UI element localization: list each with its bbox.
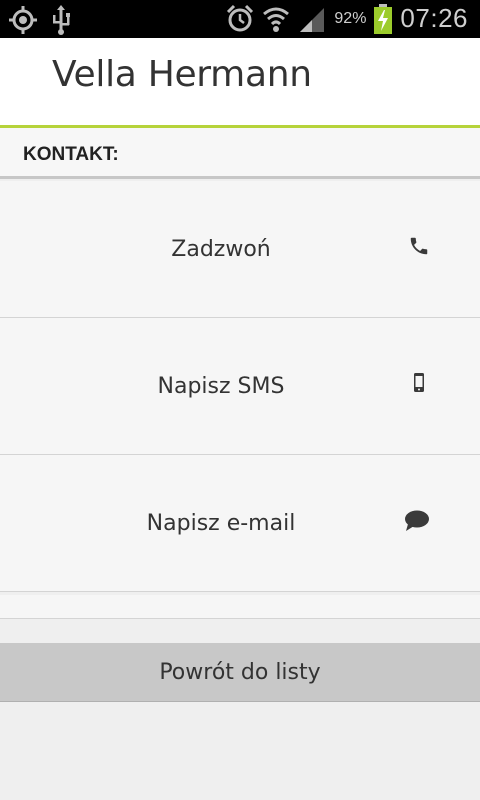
- wifi-icon: [262, 4, 290, 34]
- status-clock: 07:26: [400, 3, 468, 33]
- status-bar: 92% 07:26: [0, 0, 480, 38]
- phone-icon: [408, 235, 430, 262]
- email-action-row[interactable]: Napisz e-mail: [0, 455, 480, 592]
- usb-icon: [50, 5, 72, 35]
- contact-name-title: Vella Hermann: [52, 54, 312, 95]
- sms-label: Napisz SMS: [157, 374, 285, 399]
- email-label: Napisz e-mail: [146, 511, 296, 536]
- status-right-icons: 92% 07:26: [226, 3, 468, 34]
- battery-percentage: 92%: [334, 9, 367, 27]
- contact-section-header: KONTAKT:: [0, 128, 480, 179]
- list-divider-row: [0, 595, 480, 619]
- section-label: KONTAKT:: [23, 144, 119, 165]
- call-label: Zadzwoń: [171, 237, 271, 262]
- sms-action-row[interactable]: Napisz SMS: [0, 318, 480, 455]
- chat-bubble-icon: [404, 509, 430, 538]
- back-to-list-button[interactable]: Powrót do listy: [0, 643, 480, 702]
- signal-icon: [298, 4, 326, 34]
- alarm-icon: [226, 4, 254, 34]
- battery-charging-icon: [374, 3, 393, 34]
- call-action-row[interactable]: Zadzwoń: [0, 181, 480, 318]
- gps-icon: [8, 5, 38, 35]
- contact-actions-list: Zadzwoń Napisz SMS Napisz e-mail: [0, 181, 480, 592]
- app-header: Vella Hermann: [0, 38, 480, 128]
- mobile-phone-icon: [408, 372, 430, 399]
- status-left-icons: [8, 5, 72, 35]
